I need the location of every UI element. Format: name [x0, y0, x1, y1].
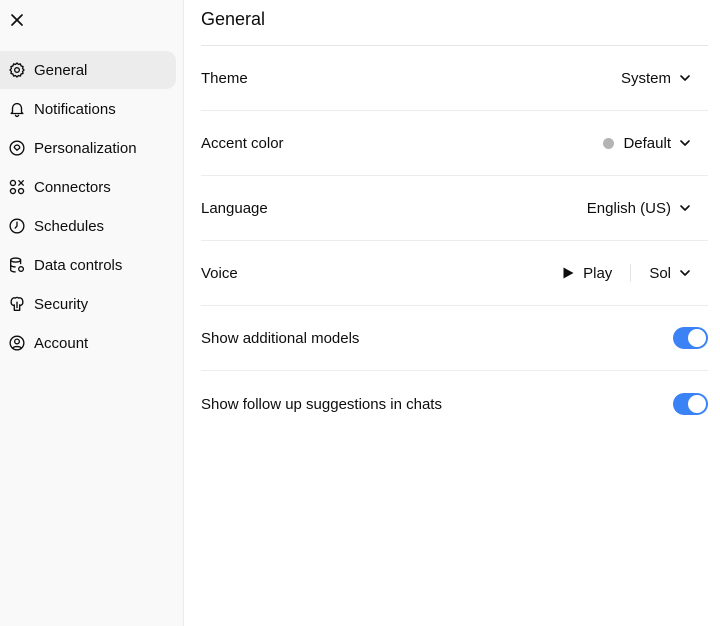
- chevron-down-icon: [678, 266, 692, 280]
- theme-value: System: [620, 69, 671, 87]
- clock-icon: [7, 216, 27, 236]
- divider: [630, 264, 632, 282]
- security-icon: [7, 294, 27, 314]
- setting-row-theme: Theme System: [201, 46, 708, 111]
- database-icon: [7, 255, 27, 275]
- chevron-down-icon: [678, 71, 692, 85]
- play-icon: [561, 266, 575, 280]
- close-button[interactable]: [6, 9, 28, 31]
- voice-dropdown[interactable]: Sol: [649, 265, 692, 282]
- toggle-knob: [688, 329, 706, 347]
- language-label: Language: [201, 199, 268, 217]
- settings-nav: General Notifications Personalization Co…: [0, 51, 176, 363]
- sidebar-item-data-controls[interactable]: Data controls: [0, 246, 176, 284]
- theme-dropdown[interactable]: System: [621, 70, 708, 87]
- toggle-knob: [688, 395, 706, 413]
- personalization-icon: [7, 138, 27, 158]
- sidebar-item-connectors[interactable]: Connectors: [0, 168, 176, 206]
- settings-content: General Theme System Accent color Defaul…: [201, 0, 708, 437]
- sidebar-item-label: Account: [34, 334, 89, 352]
- sidebar-item-label: Schedules: [34, 217, 105, 235]
- follow-up-toggle[interactable]: [673, 393, 708, 415]
- chevron-down-icon: [678, 136, 692, 150]
- connectors-icon: [7, 177, 27, 197]
- theme-label: Theme: [201, 69, 248, 87]
- page-title: General: [201, 0, 708, 46]
- additional-models-label: Show additional models: [201, 329, 360, 347]
- sidebar-item-label: General: [34, 61, 88, 79]
- additional-models-toggle[interactable]: [673, 327, 708, 349]
- accent-color-value: Default: [623, 134, 671, 152]
- sidebar-item-general[interactable]: General: [0, 51, 176, 89]
- sidebar-item-label: Connectors: [34, 178, 111, 196]
- play-label: Play: [583, 264, 613, 282]
- chevron-down-icon: [678, 201, 692, 215]
- voice-value: Sol: [649, 264, 671, 282]
- sidebar-item-label: Notifications: [34, 100, 116, 118]
- sidebar-item-personalization[interactable]: Personalization: [0, 129, 176, 167]
- play-voice-button[interactable]: Play: [561, 265, 612, 282]
- language-dropdown[interactable]: English (US): [587, 200, 708, 217]
- accent-color-dropdown[interactable]: Default: [603, 135, 708, 152]
- setting-row-accent-color: Accent color Default: [201, 111, 708, 176]
- sidebar-item-label: Personalization: [34, 139, 137, 157]
- close-icon: [11, 14, 23, 26]
- accent-color-label: Accent color: [201, 134, 284, 152]
- setting-row-language: Language English (US): [201, 176, 708, 241]
- voice-controls: Play Sol: [561, 264, 708, 282]
- setting-row-follow-up: Show follow up suggestions in chats: [201, 371, 708, 437]
- bell-icon: [7, 99, 27, 119]
- sidebar-item-schedules[interactable]: Schedules: [0, 207, 176, 245]
- sidebar-item-label: Security: [34, 295, 89, 313]
- settings-sidebar: General Notifications Personalization Co…: [0, 0, 184, 626]
- follow-up-label: Show follow up suggestions in chats: [201, 395, 442, 413]
- accent-color-swatch: [603, 137, 615, 149]
- language-value: English (US): [586, 199, 671, 217]
- user-circle-icon: [7, 333, 27, 353]
- setting-row-voice: Voice Play Sol: [201, 241, 708, 306]
- sidebar-item-account[interactable]: Account: [0, 324, 176, 362]
- sidebar-item-security[interactable]: Security: [0, 285, 176, 323]
- sidebar-item-notifications[interactable]: Notifications: [0, 90, 176, 128]
- sidebar-item-label: Data controls: [34, 256, 123, 274]
- gear-icon: [7, 60, 27, 80]
- setting-row-additional-models: Show additional models: [201, 306, 708, 371]
- voice-label: Voice: [201, 264, 238, 282]
